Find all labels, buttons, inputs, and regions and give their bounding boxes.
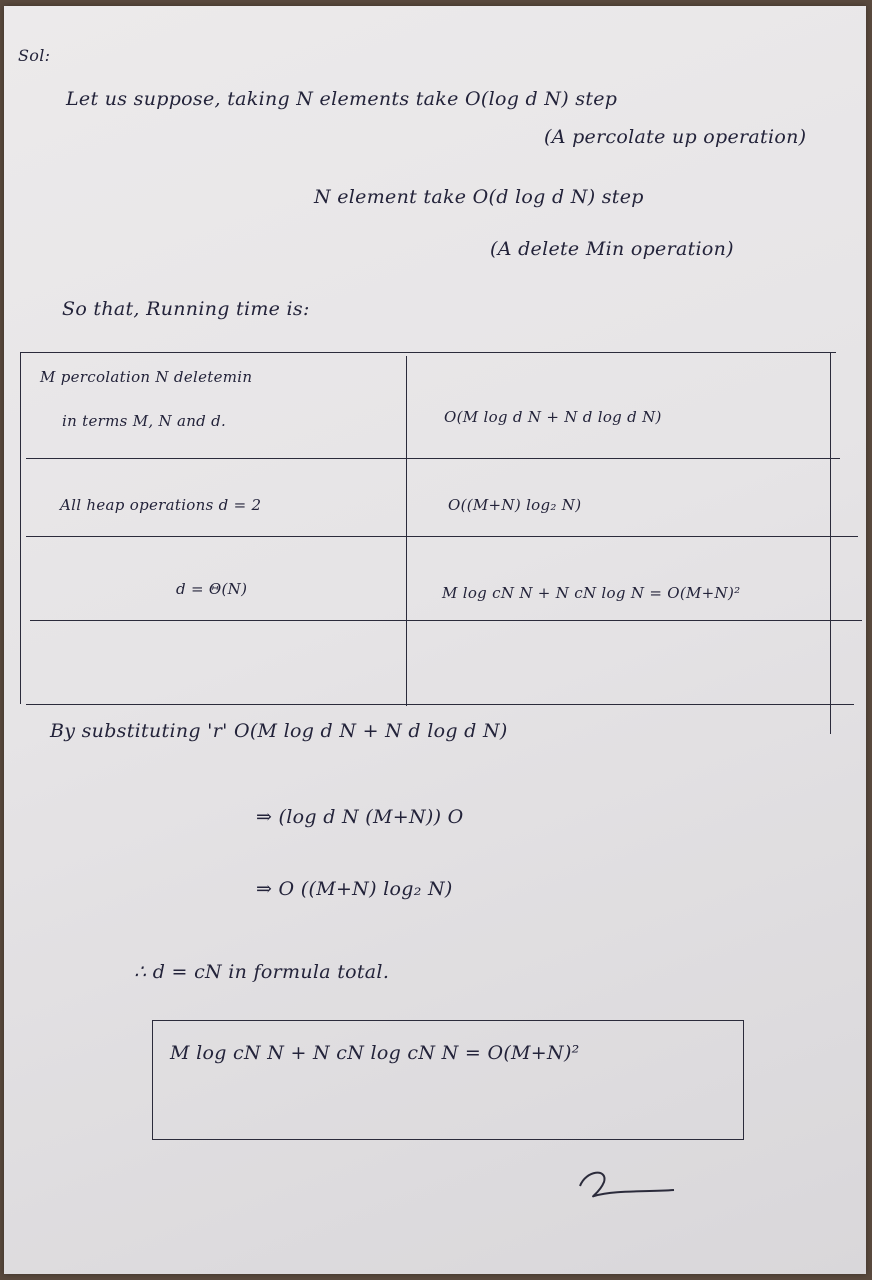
table-row-1-left-b: in terms M, N and d. [62, 412, 227, 430]
table-row-divider-2 [26, 536, 858, 537]
intro-line-5: So that, Running time is: [62, 298, 310, 320]
intro-line-3: N element take O(d log d N) step [314, 186, 644, 208]
intro-line-2: (A percolate up operation) [544, 126, 807, 148]
final-result-formula: M log cN N + N cN log cN N = O(M+N)² [170, 1042, 580, 1064]
table-row-divider-3 [30, 620, 862, 621]
derivation-line-3: ⇒ O ((M+N) log₂ N) [256, 878, 453, 900]
table-bottom-border [26, 704, 854, 705]
notebook-page: Sol: Let us suppose, taking N elements t… [4, 6, 866, 1274]
table-row-3-left: d = Θ(N) [176, 580, 248, 598]
derivation-line-2: ⇒ (log d N (M+N)) O [256, 806, 464, 828]
derivation-line-4: ∴ d = cN in formula total. [134, 961, 390, 983]
derivation-line-1: By substituting 'r' O(M log d N + N d lo… [50, 720, 508, 742]
table-left-border [20, 352, 21, 704]
table-row-2-right: O((M+N) log₂ N) [448, 496, 582, 514]
table-top-border [20, 352, 836, 353]
table-row-1-left-a: M percolation N deletemin [40, 368, 253, 386]
solution-label: Sol: [18, 46, 51, 65]
intro-line-4: (A delete Min operation) [490, 238, 734, 260]
final-result-box [152, 1020, 744, 1140]
table-center-divider [406, 356, 407, 706]
table-row-1-right: O(M log d N + N d log d N) [444, 408, 662, 426]
intro-line-1: Let us suppose, taking N elements take O… [66, 88, 618, 110]
table-right-border [830, 352, 831, 734]
table-row-divider-1 [26, 458, 840, 459]
table-row-2-left: All heap operations d = 2 [60, 496, 262, 514]
pen-squiggle [579, 1171, 675, 1198]
table-row-3-right: M log cN N + N cN log N = O(M+N)² [442, 584, 741, 602]
